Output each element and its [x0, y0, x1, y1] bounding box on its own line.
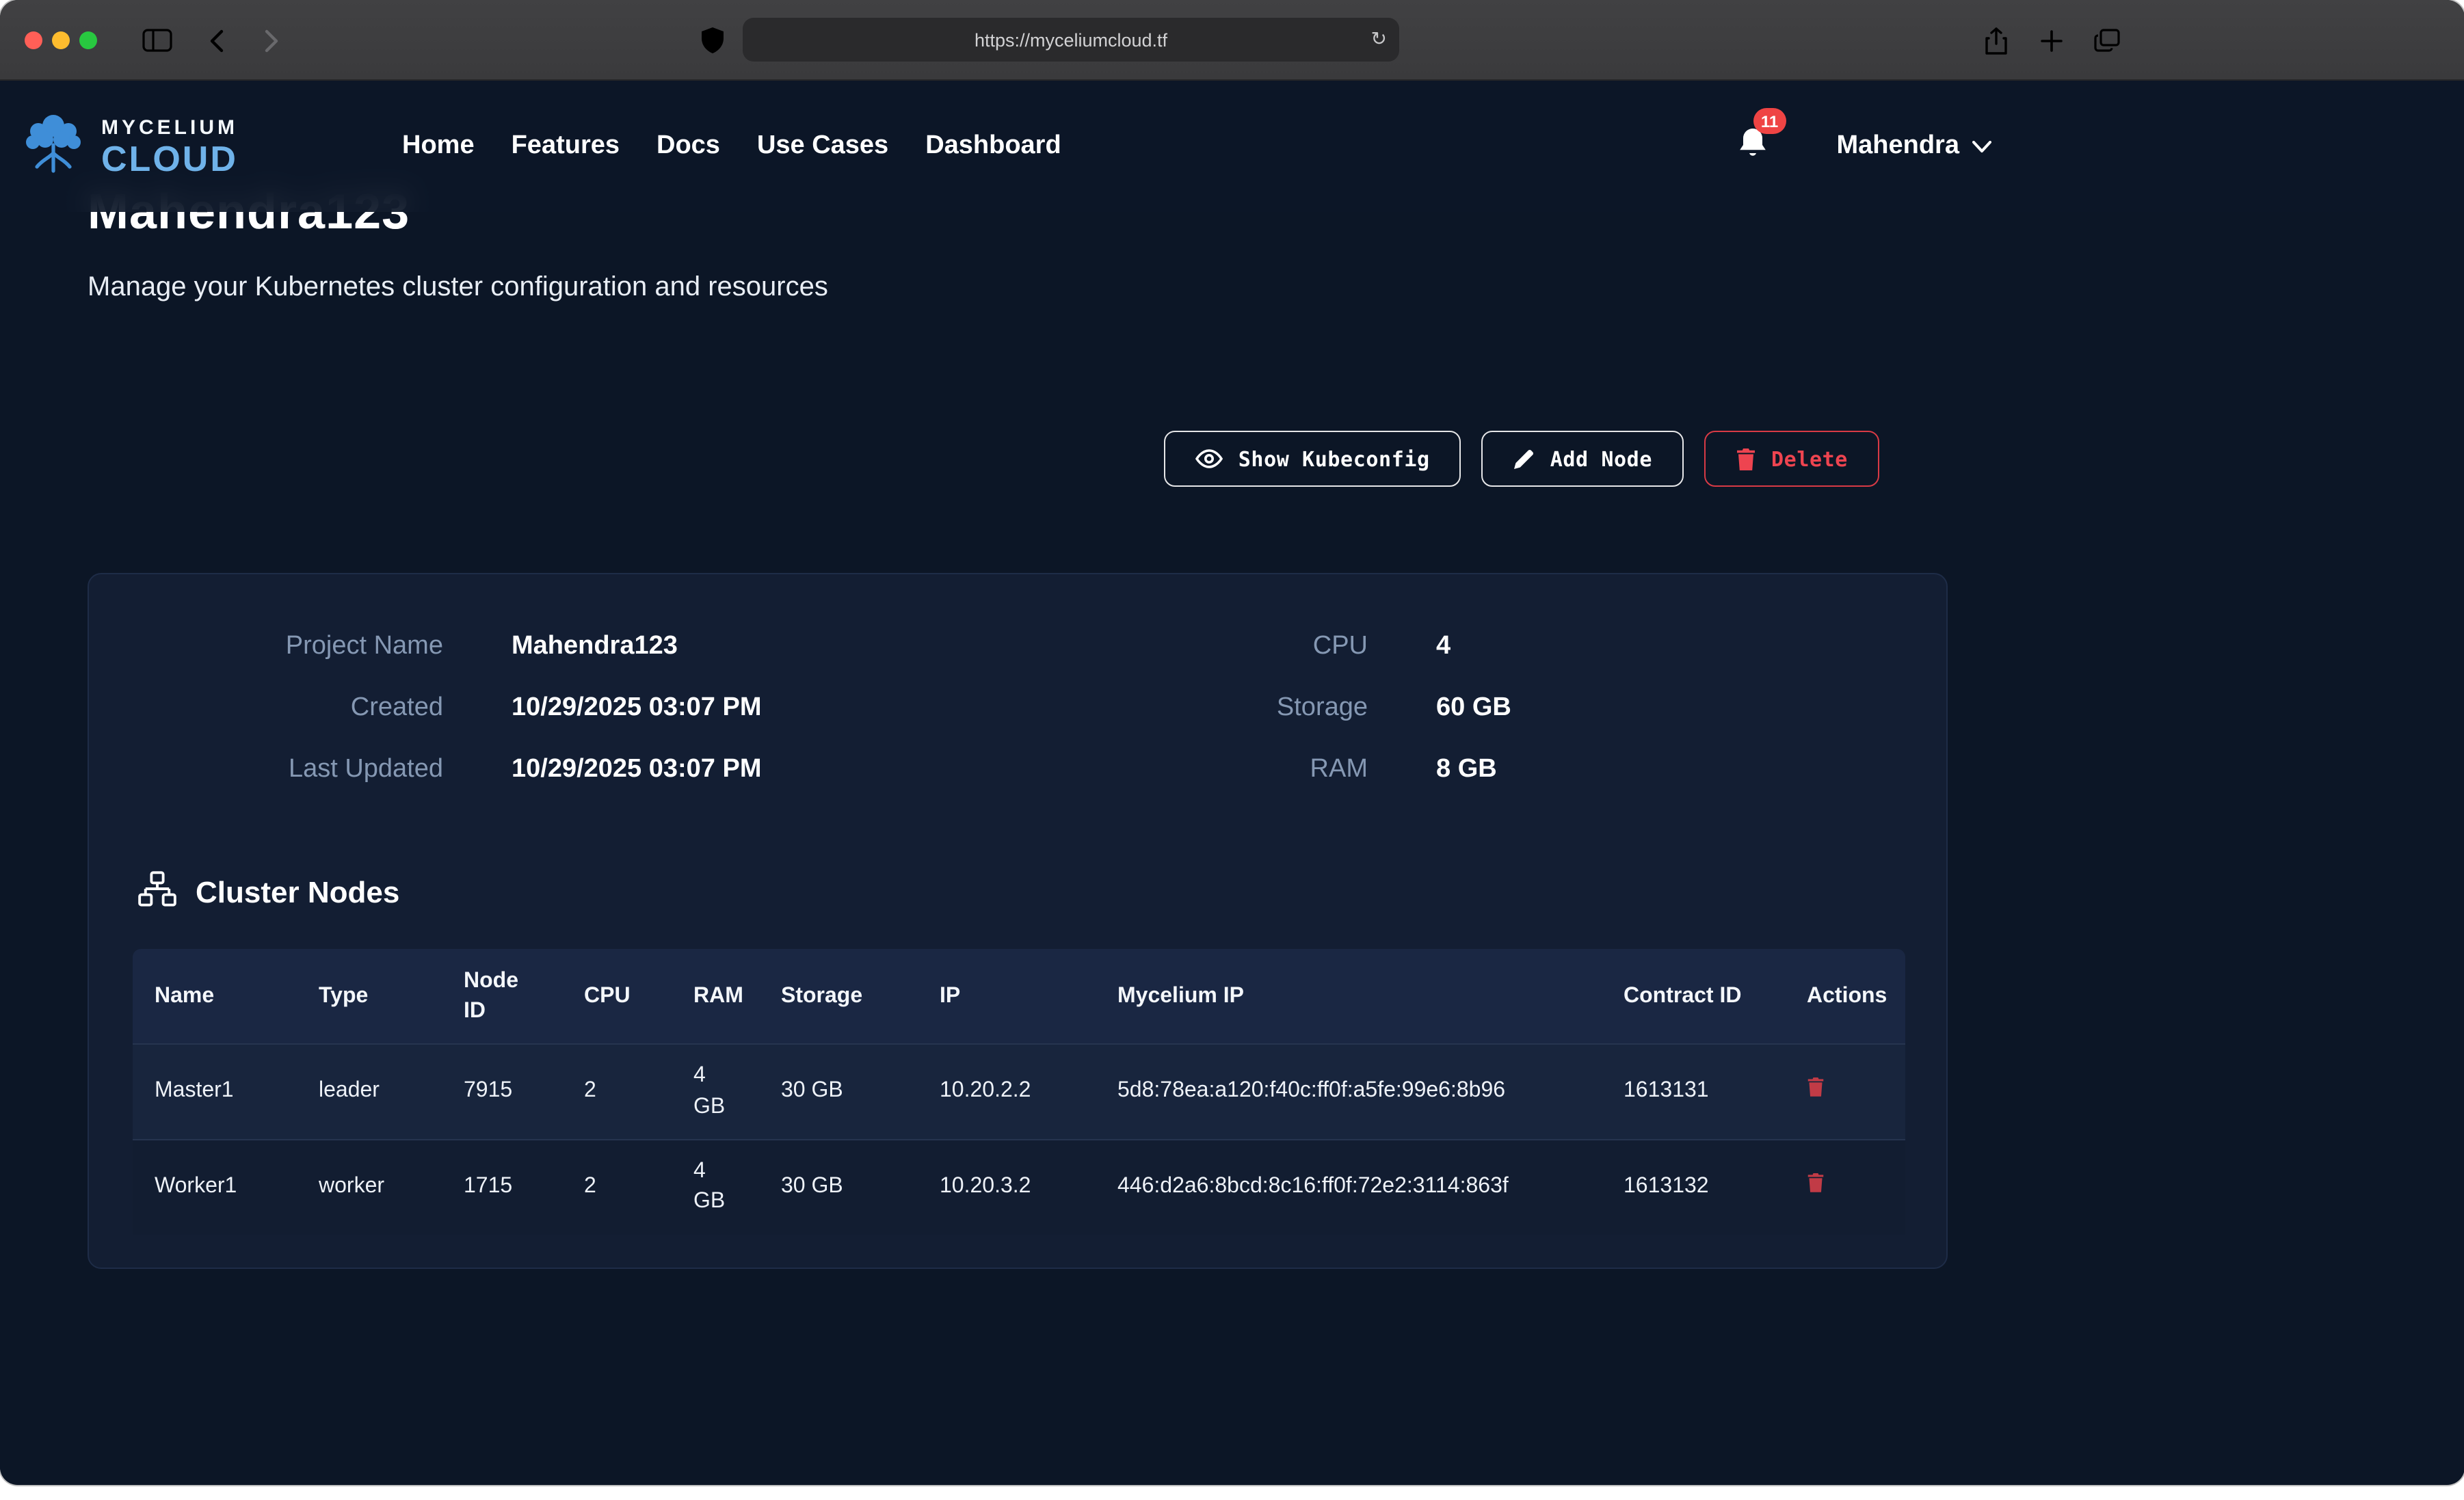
delete-node-button[interactable] [1807, 1077, 1825, 1097]
table-row: Master1 leader 7915 2 4 GB 30 GB 10.20.2… [133, 1044, 1905, 1140]
top-navigation: MYCELIUM CLOUD Home Features Docs Use Ca… [0, 81, 2464, 212]
nav-item-docs[interactable]: Docs [657, 131, 720, 161]
traffic-lights [0, 31, 97, 49]
col-actions: Actions [1785, 949, 1905, 1044]
eye-icon [1196, 448, 1223, 469]
back-icon[interactable] [200, 0, 233, 81]
col-node-id: Node ID [442, 949, 562, 1044]
user-menu[interactable]: Mahendra [1837, 131, 1991, 161]
cluster-actions: Show Kubeconfig Add Node [88, 431, 1948, 487]
cluster-nodes-table: Name Type Node ID CPU RAM Storage IP Myc… [133, 949, 1905, 1235]
pencil-icon [1513, 448, 1535, 470]
close-window-button[interactable] [25, 31, 42, 49]
logo-text-bottom: CLOUD [101, 140, 238, 176]
col-cpu: CPU [562, 949, 672, 1044]
notifications-button[interactable]: 11 [1737, 126, 1768, 167]
nav-item-dashboard[interactable]: Dashboard [925, 131, 1061, 161]
screen: https://myceliumcloud.tf ↻ [0, 0, 2464, 1500]
share-icon[interactable] [1978, 0, 2013, 81]
page: MYCELIUM CLOUD Home Features Docs Use Ca… [0, 81, 2464, 1484]
zoom-window-button[interactable] [79, 31, 97, 49]
nav-links: Home Features Docs Use Cases Dashboard [402, 131, 1061, 161]
delete-cluster-button[interactable]: Delete [1704, 431, 1879, 487]
logo[interactable]: MYCELIUM CLOUD [19, 112, 238, 180]
col-storage: Storage [759, 949, 918, 1044]
cluster-details-card: Project Name Mahendra123 Created 10/29/2… [88, 573, 1948, 1269]
trash-icon [1736, 447, 1756, 470]
forward-icon[interactable] [254, 0, 287, 81]
mycelium-cloud-logo-icon [19, 112, 88, 180]
nav-item-use-cases[interactable]: Use Cases [757, 131, 888, 161]
bell-icon [1737, 142, 1768, 165]
cluster-nodes-header: Cluster Nodes [138, 871, 1903, 913]
main-content: Mahendra123 Manage your Kubernetes clust… [0, 182, 2464, 1269]
browser-window: https://myceliumcloud.tf ↻ [0, 0, 2464, 1485]
notifications-badge: 11 [1753, 108, 1786, 134]
detail-created: Created 10/29/2025 03:07 PM [155, 677, 1018, 738]
delete-node-button[interactable] [1807, 1172, 1825, 1192]
logo-text-top: MYCELIUM [101, 117, 238, 137]
user-name: Mahendra [1837, 131, 1960, 161]
show-kubeconfig-button[interactable]: Show Kubeconfig [1165, 431, 1461, 487]
detail-storage: Storage 60 GB [1018, 677, 1881, 738]
col-ip: IP [918, 949, 1096, 1044]
nav-item-home[interactable]: Home [402, 131, 475, 161]
col-mycelium-ip: Mycelium IP [1096, 949, 1602, 1044]
url-text: https://myceliumcloud.tf [975, 29, 1167, 50]
privacy-shield-icon[interactable] [695, 0, 730, 81]
sidebar-toggle-icon[interactable] [137, 0, 178, 81]
detail-cpu: CPU 4 [1018, 615, 1881, 677]
nav-right: 11 Mahendra [1737, 126, 1991, 167]
section-title: Cluster Nodes [196, 874, 399, 910]
col-contract-id: Contract ID [1602, 949, 1785, 1044]
table-header-row: Name Type Node ID CPU RAM Storage IP Myc… [133, 949, 1905, 1044]
cluster-nodes-icon [138, 871, 176, 913]
new-tab-icon[interactable] [2034, 0, 2069, 81]
reload-icon[interactable]: ↻ [1371, 27, 1387, 51]
detail-project-name: Project Name Mahendra123 [155, 615, 1018, 677]
add-node-button[interactable]: Add Node [1482, 431, 1684, 487]
col-ram: RAM [672, 949, 759, 1044]
trash-icon [1807, 1077, 1825, 1097]
minimize-window-button[interactable] [52, 31, 70, 49]
browser-titlebar: https://myceliumcloud.tf ↻ [0, 0, 2464, 81]
col-name: Name [133, 949, 297, 1044]
col-type: Type [297, 949, 442, 1044]
detail-ram: RAM 8 GB [1018, 738, 1881, 800]
cluster-details: Project Name Mahendra123 Created 10/29/2… [133, 615, 1903, 800]
page-subtitle: Manage your Kubernetes cluster configura… [88, 272, 2464, 304]
table-row: Worker1 worker 1715 2 4 GB 30 GB 10.20.3… [133, 1140, 1905, 1235]
detail-last-updated: Last Updated 10/29/2025 03:07 PM [155, 738, 1018, 800]
trash-icon [1807, 1172, 1825, 1192]
url-bar[interactable]: https://myceliumcloud.tf ↻ [743, 18, 1399, 62]
chevron-down-icon [1972, 131, 1991, 161]
nav-item-features[interactable]: Features [512, 131, 620, 161]
tab-overview-icon[interactable] [2087, 0, 2125, 81]
